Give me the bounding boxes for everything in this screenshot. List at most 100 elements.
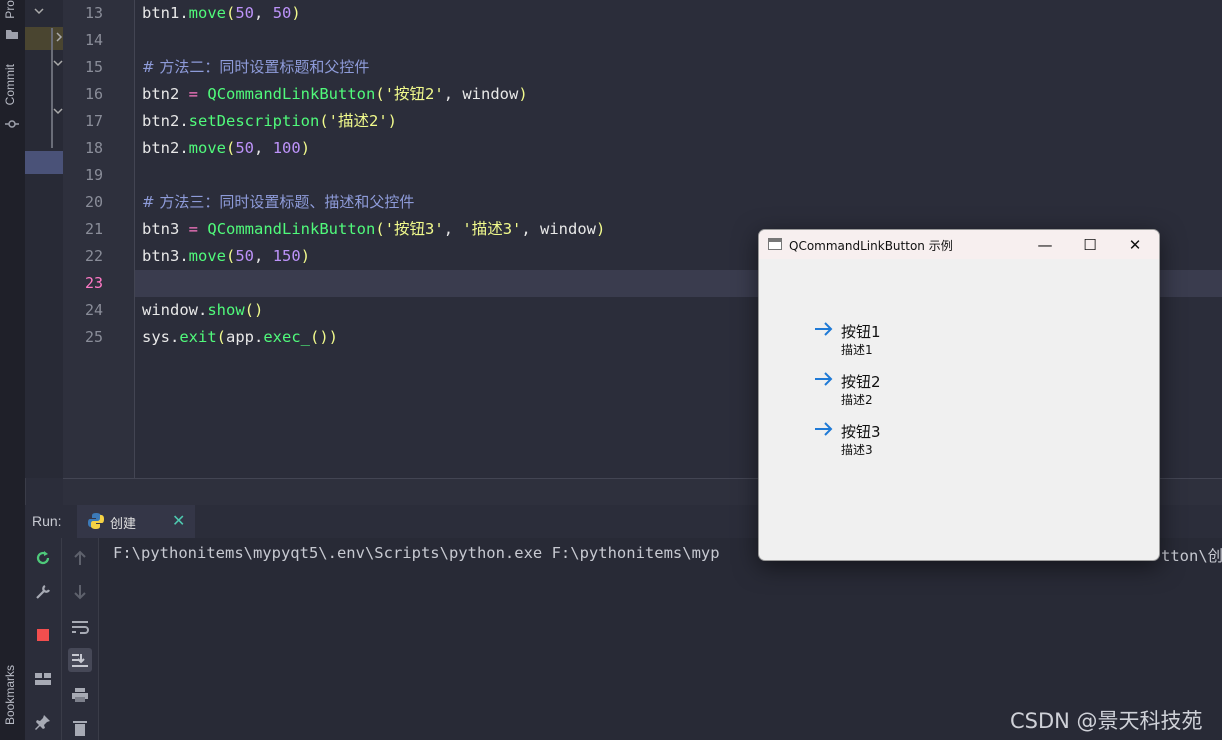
project-tool-tab[interactable]: Pro [3,0,17,19]
wrap-icon [72,621,89,634]
pin-icon [35,715,50,730]
qt-demo-window[interactable]: QCommandLinkButton 示例 — ☐ ✕ 按钮1 描述1 按钮2 … [758,229,1160,561]
scroll-up-button[interactable] [68,546,92,570]
code-line[interactable]: sys.exit(app.exec_()) [142,324,338,351]
code-token: , [443,220,463,238]
chevron-down-icon[interactable] [53,58,63,68]
code-token: ) [291,4,301,22]
command-link-button-2[interactable]: 按钮2 描述2 [814,371,914,411]
code-token: QCommandLinkButton [207,85,376,103]
tree-scrollbar[interactable] [51,28,53,148]
code-line[interactable]: btn2.move(50, 100) [142,135,310,162]
scroll-to-end-icon [72,654,88,667]
soft-wrap-button[interactable] [68,615,92,639]
code-token: '描述2' [328,112,388,130]
line-number: 20 [84,193,103,211]
code-token: setDescription [188,112,320,130]
line-number: 16 [84,85,103,103]
code-token: ( [226,139,236,157]
code-line[interactable]: window.show() [142,297,263,324]
command-link-title: 按钮2 [841,373,881,391]
code-line[interactable]: btn1.move(50, 50) [142,0,301,27]
pin-button[interactable] [31,710,55,734]
left-tool-strip: Pro Commit Bookmarks [0,0,26,740]
line-number: 18 [84,139,103,157]
line-number: 19 [84,166,103,184]
trash-icon [73,721,87,736]
folder-icon[interactable] [5,28,19,40]
code-token: '按钮3' [384,220,444,238]
code-token: ( [226,4,236,22]
code-token: ()) [310,328,338,346]
line-number: 21 [84,220,103,238]
code-line[interactable]: btn2.setDescription('描述2') [142,108,397,135]
line-number: 17 [84,112,103,130]
stop-icon [37,629,49,641]
run-tab-label: 创建 [110,517,137,532]
code-token: show [207,301,245,319]
tree-row-selected[interactable] [25,151,63,174]
line-number: 13 [84,4,103,22]
run-tab[interactable]: 创建 ✕ [77,505,195,540]
csdn-watermark: CSDN @景天科技苑 [1010,709,1203,733]
minimize-button[interactable]: — [1030,234,1060,256]
project-tree[interactable] [25,0,63,478]
line-number-gutter: 13 14 15 16 17 18 19 20 21 22 23 24 25 [63,0,135,478]
rerun-button[interactable] [31,546,55,570]
code-line[interactable]: btn2 = QCommandLinkButton('按钮2', window) [142,81,528,108]
print-button[interactable] [68,683,92,707]
code-line[interactable]: btn3 = QCommandLinkButton('按钮3', '描述3', … [142,216,605,243]
chevron-down-icon[interactable] [33,5,45,17]
window-titlebar[interactable]: QCommandLinkButton 示例 — ☐ ✕ [759,230,1159,259]
chevron-right-icon[interactable] [55,32,63,42]
code-token: btn3. [142,247,189,265]
commit-icon[interactable] [5,118,19,130]
code-token: ( [319,112,329,130]
run-label: Run: [32,513,62,529]
line-number: 14 [84,31,103,49]
scroll-to-end-button[interactable] [68,648,92,672]
code-token: ) [518,85,528,103]
command-link-button-3[interactable]: 按钮3 描述3 [814,421,914,461]
code-token: 50 [272,4,292,22]
code-token: () [244,301,264,319]
code-token: 100 [272,139,301,157]
code-token: btn1. [142,4,189,22]
code-line[interactable]: # 方法三：同时设置标题、描述和父控件 [142,189,414,216]
stop-button[interactable] [31,623,55,647]
code-token: , window [521,220,597,238]
arrow-down-icon [74,585,86,600]
bookmarks-tool-tab[interactable]: Bookmarks [3,665,17,725]
code-line[interactable]: # 方法二：同时设置标题和父控件 [142,54,369,81]
code-token: , [254,247,273,265]
rerun-icon [36,551,50,565]
command-link-title: 按钮3 [841,423,881,441]
python-icon [88,513,104,529]
close-tab-icon[interactable]: ✕ [172,511,185,530]
settings-wrench-button[interactable] [31,580,55,604]
code-token: ) [387,112,398,130]
close-window-button[interactable]: ✕ [1120,234,1150,256]
maximize-button[interactable]: ☐ [1075,234,1105,256]
command-link-button-1[interactable]: 按钮1 描述1 [814,321,914,361]
code-token: '按钮2' [384,85,444,103]
code-token: ( [226,247,236,265]
run-toolbar-primary [25,538,62,740]
scroll-down-button[interactable] [68,580,92,604]
code-token: btn2 [142,85,189,103]
window-title: QCommandLinkButton 示例 [789,239,953,253]
layout-button[interactable] [31,667,55,691]
code-token: 150 [272,247,301,265]
code-token: sys. [142,328,180,346]
command-link-description: 描述2 [841,393,873,407]
delete-button[interactable] [68,716,92,740]
code-line[interactable]: btn3.move(50, 150) [142,243,310,270]
chevron-down-icon[interactable] [53,106,63,116]
code-token: btn2. [142,112,189,130]
code-token: , window [443,85,519,103]
code-token: 50 [235,4,255,22]
command-link-description: 描述3 [841,443,873,457]
commit-tool-tab[interactable]: Commit [3,64,17,105]
